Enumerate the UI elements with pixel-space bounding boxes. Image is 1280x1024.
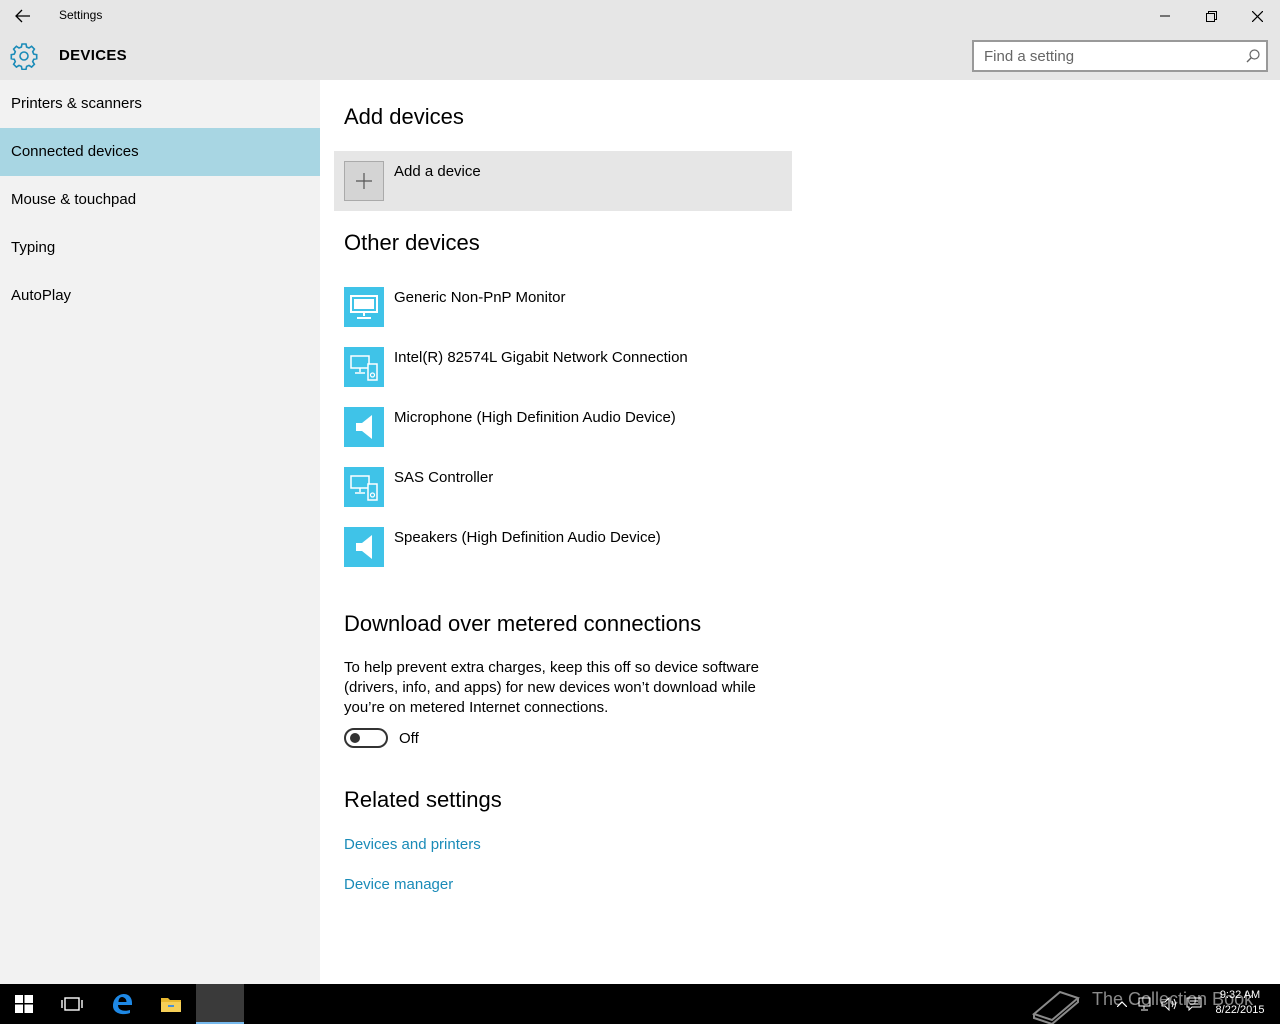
close-icon [1251, 10, 1263, 22]
device-item[interactable]: Microphone (High Definition Audio Device… [344, 407, 844, 447]
close-button[interactable] [1234, 0, 1280, 32]
device-name: Speakers (High Definition Audio Device) [394, 529, 661, 546]
book-logo-icon [1031, 990, 1081, 1024]
action-center-icon [1186, 997, 1202, 1011]
action-center-button[interactable] [1182, 984, 1206, 1024]
windows-logo-icon [15, 995, 33, 1013]
network-tray-button[interactable] [1134, 984, 1158, 1024]
sidebar-item-connected-devices[interactable]: Connected devices [0, 128, 320, 176]
settings-taskbar-button[interactable] [196, 984, 244, 1024]
device-item[interactable]: SAS Controller [344, 467, 844, 507]
settings-header: DEVICES [0, 32, 1280, 80]
device-manager-link[interactable]: Device manager [344, 876, 453, 893]
plus-icon [356, 173, 372, 189]
device-name: Microphone (High Definition Audio Device… [394, 409, 676, 426]
device-tile [344, 407, 384, 447]
file-explorer-button[interactable] [147, 984, 195, 1024]
search-input[interactable] [974, 42, 1234, 70]
back-arrow-icon [15, 9, 30, 23]
device-tile [344, 347, 384, 387]
toggle-state-label: Off [399, 730, 419, 747]
speaker-icon [356, 415, 372, 439]
devices-icon [350, 355, 378, 381]
sidebar-item-mouse-touchpad[interactable]: Mouse & touchpad [0, 176, 320, 224]
monitor-icon [350, 295, 378, 319]
section-title: DEVICES [59, 47, 127, 64]
back-button[interactable] [0, 0, 46, 32]
device-tile [344, 287, 384, 327]
devices-and-printers-link[interactable]: Devices and printers [344, 836, 481, 853]
start-button[interactable] [0, 984, 48, 1024]
volume-tray-button[interactable] [1158, 984, 1182, 1024]
task-view-button[interactable] [48, 984, 96, 1024]
devices-icon [350, 475, 378, 501]
device-tile [344, 467, 384, 507]
device-item[interactable]: Generic Non-PnP Monitor [344, 287, 844, 327]
device-tile [344, 527, 384, 567]
related-settings-heading: Related settings [344, 787, 502, 812]
search-box[interactable] [972, 40, 1268, 72]
metered-heading: Download over metered connections [344, 611, 702, 636]
sidebar-item-typing[interactable]: Typing [0, 224, 320, 272]
title-bar: Settings [0, 0, 1280, 32]
window-title: Settings [59, 8, 103, 22]
sidebar: Printers & scanners Connected devices Mo… [0, 80, 320, 984]
taskbar: The Collection Book 9:32 AM 8/22/2015 [0, 984, 1280, 1024]
clock-time: 9:32 AM [1219, 989, 1261, 1001]
taskbar-clock[interactable]: 9:32 AM 8/22/2015 [1206, 988, 1274, 1018]
minimize-button[interactable] [1142, 0, 1188, 32]
edge-button[interactable] [98, 984, 146, 1024]
add-devices-heading: Add devices [344, 104, 464, 129]
device-name: Intel(R) 82574L Gigabit Network Connecti… [394, 349, 688, 366]
add-device-button[interactable]: Add a device [334, 151, 792, 211]
metered-description: To help prevent extra charges, keep this… [344, 659, 759, 716]
folder-icon [161, 998, 181, 1012]
restore-button[interactable] [1188, 0, 1234, 32]
toggle-knob [350, 733, 360, 743]
device-item[interactable]: Speakers (High Definition Audio Device) [344, 527, 844, 567]
restore-icon [1205, 10, 1217, 22]
speaker-icon [356, 535, 372, 559]
sidebar-item-autoplay[interactable]: AutoPlay [0, 272, 320, 320]
other-devices-heading: Other devices [344, 230, 480, 255]
add-device-label: Add a device [394, 163, 481, 180]
chevron-up-icon [1117, 1001, 1127, 1007]
show-hidden-icons-button[interactable] [1110, 984, 1134, 1024]
main-content: Add devices Add a device Other devices G… [320, 80, 1280, 984]
search-icon[interactable] [1246, 49, 1260, 63]
task-view-icon [61, 997, 83, 1011]
sidebar-item-printers-scanners[interactable]: Printers & scanners [0, 80, 320, 128]
add-device-tile [344, 161, 384, 201]
settings-app-icon [212, 995, 228, 1011]
gear-icon [10, 43, 38, 70]
minimize-icon [1160, 15, 1170, 17]
device-item[interactable]: Intel(R) 82574L Gigabit Network Connecti… [344, 347, 844, 387]
clock-date: 8/22/2015 [1215, 1004, 1265, 1016]
network-icon [1138, 997, 1151, 1011]
edge-icon [113, 994, 132, 1015]
device-name: Generic Non-PnP Monitor [394, 289, 566, 306]
metered-toggle[interactable] [344, 728, 388, 748]
volume-icon [1161, 997, 1176, 1011]
device-name: SAS Controller [394, 469, 494, 486]
